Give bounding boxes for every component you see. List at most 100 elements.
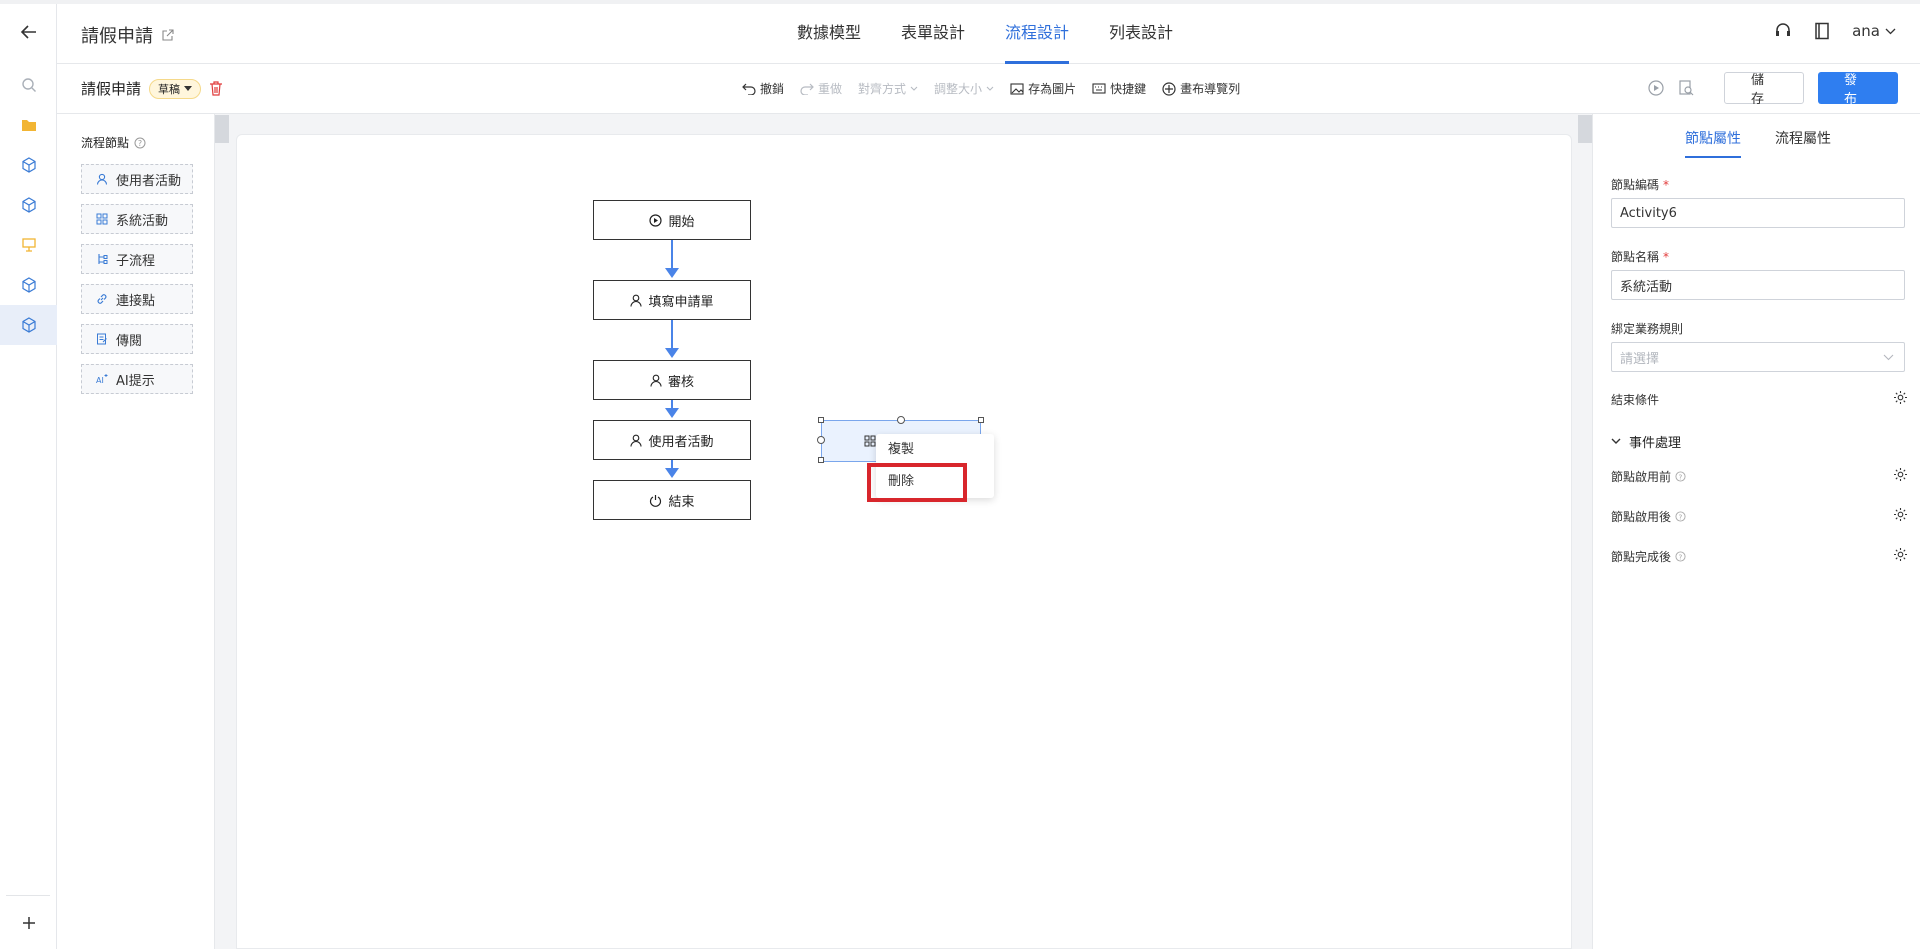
power-icon [650,494,662,507]
context-menu-copy[interactable]: 複製 [888,438,914,462]
cube-icon [21,157,36,173]
keyboard-icon [1092,83,1106,94]
before-enable-text: 節點啟用前 [1611,470,1672,484]
help-icon[interactable]: ? [1675,471,1686,482]
node-name-input[interactable]: 系統活動 [1611,270,1905,300]
grid-icon [864,435,876,447]
gear-icon[interactable] [1893,547,1908,562]
redo-button[interactable]: 重做 [800,80,842,97]
canvas-nav-button[interactable]: 畫布導覽列 [1162,80,1240,97]
tab-process-design[interactable]: 流程設計 [1005,4,1070,64]
palette-item-subprocess[interactable]: 子流程 [81,244,193,274]
palette-item-circulate[interactable]: 傳閱 [81,324,193,354]
search-nav[interactable] [0,65,57,105]
cube-nav-2[interactable] [0,185,57,225]
palette-item-user-activity[interactable]: 使用者活動 [81,164,193,194]
cube-nav-1[interactable] [0,145,57,185]
tab-data-model[interactable]: 數據模型 [797,4,861,64]
tab-form-design[interactable]: 表單設計 [901,4,965,64]
save-image-label: 存為圖片 [1028,82,1077,96]
plus-icon [22,917,35,929]
cube-icon [21,277,36,293]
connect-handle[interactable] [817,436,825,444]
node-palette: 流程節點 ? 使用者活動 系統活動 子流程 連接點 傳閱 AI AI提示 [57,114,215,949]
event-section-header[interactable]: 事件處理 [1611,432,1681,451]
support-icon[interactable] [1774,22,1792,40]
svg-text:?: ? [1679,512,1683,521]
subprocess-icon [98,254,108,264]
resize-dropdown[interactable]: 調整大小 [934,80,994,97]
properties-panel: 節點屬性 流程屬性 節點編碼 * Activity6 節點名稱 * 系統活動 綁定業… [1592,114,1920,949]
connect-handle[interactable] [897,416,905,424]
add-button[interactable] [0,903,57,943]
process-name: 請假申請 [81,80,142,98]
save-image-button[interactable]: 存為圖片 [1010,80,1076,97]
align-label: 對齊方式 [858,82,907,96]
rail-divider [6,895,50,896]
tab-process-properties[interactable]: 流程屬性 [1775,126,1831,158]
connector-arrow [665,348,679,358]
node-palette-title: 流程節點 ? [81,134,146,151]
after-enable-label: 節點啟用後 ? [1611,508,1686,525]
node-palette-title-text: 流程節點 [81,136,130,150]
play-circle-icon [649,213,663,227]
align-dropdown[interactable]: 對齊方式 [858,80,918,97]
connector-arrow [665,408,679,418]
gear-icon[interactable] [1893,507,1908,522]
flow-node-end[interactable]: 結束 [593,480,751,520]
compass-icon [1162,81,1176,96]
svg-text:AI: AI [96,376,104,385]
presentation-nav[interactable] [0,225,57,265]
folder-nav[interactable] [0,105,57,145]
chevron-down-icon [1611,438,1621,444]
collapse-right-handle[interactable] [1578,115,1592,143]
connector-line [671,400,673,408]
flow-node-start[interactable]: 開始 [593,200,751,240]
save-button[interactable]: 儲 存 [1724,72,1804,107]
collapse-left-handle[interactable] [215,115,229,143]
flow-canvas[interactable] [236,134,1572,949]
palette-item-connector[interactable]: 連接點 [81,284,193,314]
publish-button[interactable]: 發 布 [1818,72,1898,107]
trash-icon[interactable] [209,81,223,96]
gear-icon[interactable] [1893,467,1908,482]
gear-icon[interactable] [1893,390,1908,405]
header-right: ana [1774,22,1896,40]
flow-node-review[interactable]: 審核 [593,360,751,400]
tab-node-properties[interactable]: 節點屬性 [1685,126,1741,158]
palette-item-system-activity[interactable]: 系統活動 [81,204,193,234]
svg-text:?: ? [1679,552,1683,561]
flow-node-fill-form[interactable]: 填寫申請單 [593,280,751,320]
shortcuts-label: 快捷鍵 [1110,82,1147,96]
resize-handle[interactable] [818,417,824,423]
play-icon[interactable] [1648,80,1664,96]
toolbar-right: 儲 存 發 布 [1648,72,1898,107]
cube-nav-3[interactable] [0,265,57,305]
tab-list-design[interactable]: 列表設計 [1109,4,1173,64]
undo-label: 撤銷 [760,82,785,96]
node-code-input[interactable]: Activity6 [1611,198,1905,228]
app-header: 請假申請 數據模型 表單設計 流程設計 列表設計 ana [57,4,1920,64]
undo-button[interactable]: 撤銷 [742,80,784,97]
editor-toolbar: 請假申請 草稿 撤銷 重做 對齊方式 調整大小 存為圖片 快捷鍵 畫布導覽列 儲… [57,64,1920,114]
palette-item-label: 使用者活動 [116,173,182,189]
cube-nav-4-active[interactable] [0,305,57,345]
shortcuts-button[interactable]: 快捷鍵 [1092,80,1146,97]
preview-icon[interactable] [1678,80,1694,96]
external-link-icon[interactable] [161,28,174,42]
user-menu[interactable]: ana [1852,22,1896,40]
resize-handle[interactable] [818,457,824,463]
presentation-icon [21,238,36,252]
back-button[interactable] [0,12,57,52]
palette-item-ai-prompt[interactable]: AI AI提示 [81,364,193,394]
help-icon[interactable]: ? [134,137,146,149]
connector-line [671,460,673,468]
flow-node-user-activity[interactable]: 使用者活動 [593,420,751,460]
help-icon[interactable]: ? [1675,551,1686,562]
resize-handle[interactable] [978,417,984,423]
resize-label: 調整大小 [934,82,983,96]
business-rule-select[interactable]: 請選擇 [1611,342,1905,372]
status-badge[interactable]: 草稿 [149,78,202,99]
book-icon[interactable] [1814,22,1830,40]
help-icon[interactable]: ? [1675,511,1686,522]
